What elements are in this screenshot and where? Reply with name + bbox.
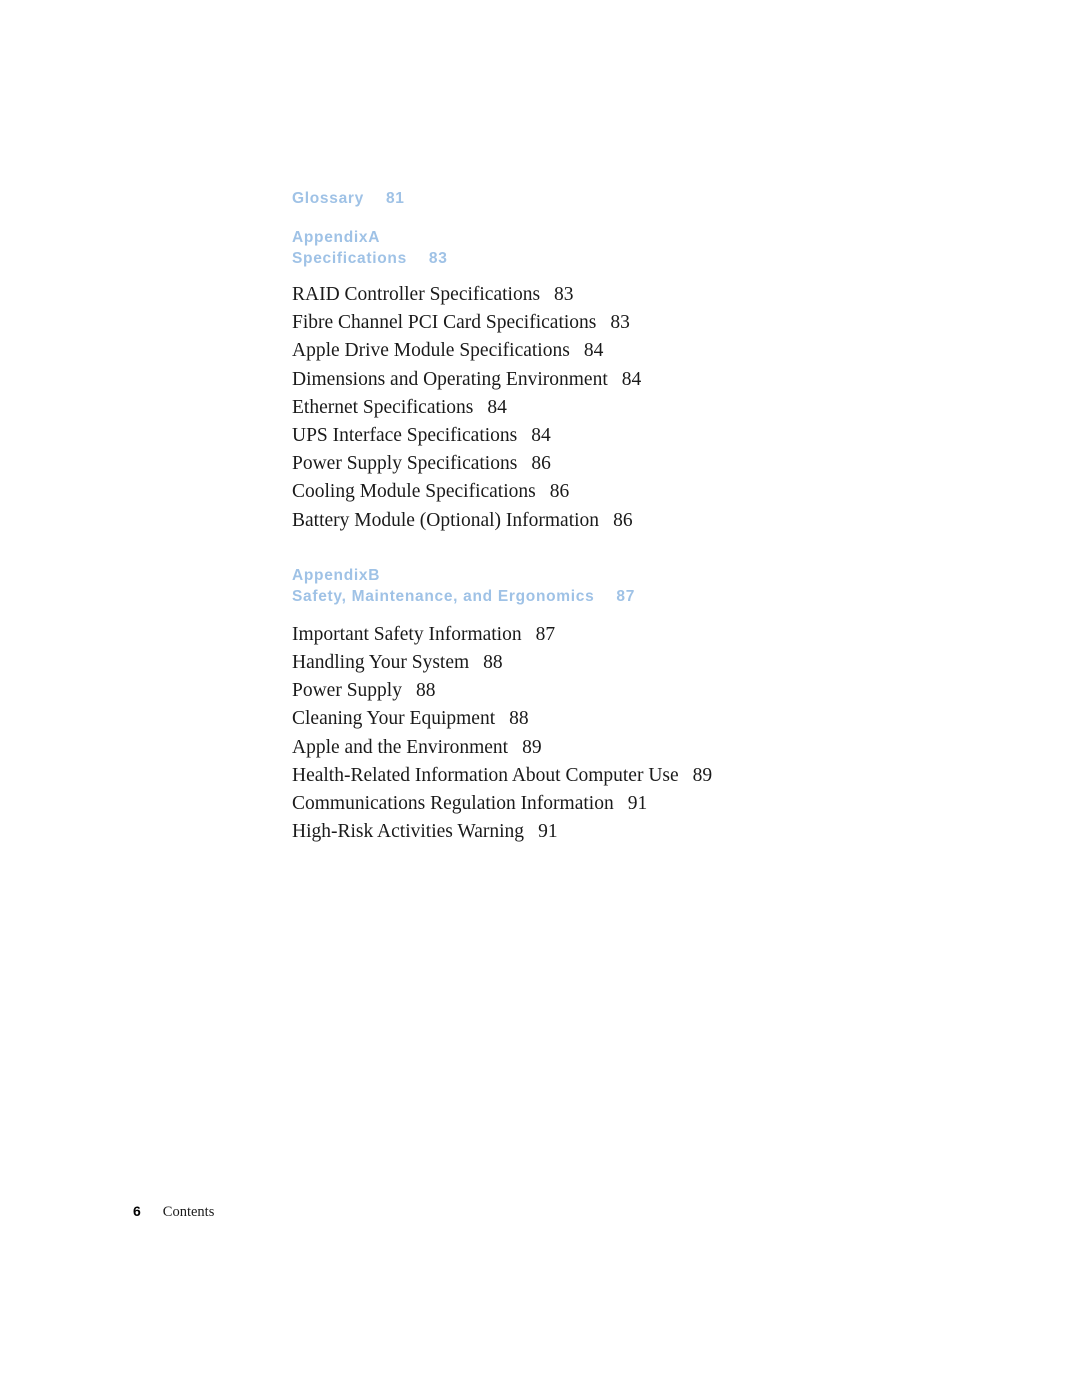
toc-entry-label: RAID Controller Specifications [292, 284, 541, 305]
toc-entry-label: Dimensions and Operating Environment [292, 368, 608, 390]
page-number: 6 [133, 1203, 141, 1219]
footer-section-label: Contents [162, 1204, 215, 1220]
toc-entry[interactable]: RAID Controller Specifications 83 [292, 281, 932, 309]
toc-entry-page: 84 [531, 425, 551, 447]
toc-entry[interactable]: Health-Related Information About Compute… [292, 762, 932, 790]
toc-entry-page: 88 [483, 652, 503, 674]
toc-entry-label: Power Supply Specifications [292, 453, 518, 475]
toc-entry[interactable]: Battery Module (Optional) Information 86 [292, 507, 932, 535]
toc-entry-page: 88 [509, 708, 529, 730]
toc-entry[interactable]: Communications Regulation Information 91 [292, 790, 932, 818]
toc-entry[interactable]: Cooling Module Specifications 86 [292, 478, 932, 506]
toc-entry-page: 86 [531, 453, 551, 475]
table-of-contents: Glossary 81 AppendixA Specifications 83 RA… [292, 188, 932, 846]
toc-entry-label: Ethernet Specifications [292, 396, 474, 418]
document-page: Glossary 81 AppendixA Specifications 83 RA… [0, 0, 1080, 1397]
toc-entry-label: Power Supply [292, 680, 402, 702]
toc-section-appendix-a: AppendixA Specifications 83 [292, 227, 932, 269]
toc-entry-label: Battery Module (Optional) Information [292, 509, 600, 531]
toc-heading-glossary[interactable]: Glossary 81 [292, 188, 932, 209]
toc-heading-glossary-label: Glossary [292, 190, 364, 207]
toc-entry-label: Health-Related Information About Compute… [292, 764, 679, 786]
toc-entry-list-appendix-a: RAID Controller Specifications 83 Fibre C… [292, 281, 932, 535]
appendix-a-title-label: Specifications [292, 250, 407, 267]
toc-entry-page: 84 [621, 368, 642, 390]
toc-entry[interactable]: Cleaning Your Equipment 88 [292, 705, 932, 733]
toc-entry-label: Apple Drive Module Specifications [292, 340, 570, 362]
toc-entry-page: 86 [613, 509, 633, 531]
toc-entry-label: Fibre Channel PCI Card Specifications [292, 312, 597, 334]
toc-entry-page: 84 [583, 340, 604, 362]
toc-entry-page: 83 [554, 284, 574, 305]
toc-heading-glossary-page: 81 [385, 190, 405, 207]
toc-entry[interactable]: Fibre Channel PCI Card Specifications 83 [292, 309, 932, 337]
appendix-b-title-label: Safety, Maintenance, and Ergonomics [292, 587, 595, 605]
toc-entry-page: 88 [415, 680, 436, 702]
toc-entry-page: 83 [610, 312, 630, 334]
page-footer: 6 Contents [133, 1203, 214, 1221]
toc-entry-page: 89 [522, 736, 542, 758]
toc-section-glossary: Glossary 81 [292, 188, 932, 209]
toc-entry-page: 91 [538, 821, 558, 843]
toc-section-appendix-b: AppendixB Safety, Maintenance, and Ergon… [292, 565, 932, 607]
toc-entry[interactable]: Dimensions and Operating Environment 84 [292, 366, 932, 394]
appendix-b-word: Appendix [292, 566, 369, 584]
appendix-a-word: Appendix [292, 229, 369, 246]
toc-entry-page: 84 [487, 396, 507, 418]
toc-entry-label: Cooling Module Specifications [292, 481, 536, 503]
appendix-a-letter: A [368, 229, 381, 246]
toc-entry-page: 86 [549, 481, 570, 503]
toc-entry[interactable]: Apple and the Environment 89 [292, 734, 932, 762]
toc-entry-label: Handling Your System [292, 652, 470, 674]
toc-entry-label: High-Risk Activities Warning [292, 821, 525, 843]
toc-entry-page: 89 [692, 764, 713, 786]
toc-entry[interactable]: Apple Drive Module Specifications 84 [292, 337, 932, 365]
toc-heading-appendix-b-title[interactable]: Safety, Maintenance, and Ergonomics 87 [292, 586, 932, 607]
toc-heading-appendix-a-line1: AppendixA [292, 227, 932, 248]
toc-entry-label: Cleaning Your Equipment [292, 708, 496, 730]
toc-entry[interactable]: Handling Your System 88 [292, 649, 932, 677]
appendix-b-letter: B [368, 566, 381, 584]
toc-entry[interactable]: Ethernet Specifications 84 [292, 394, 932, 422]
toc-entry-list-appendix-b: Important Safety Information 87 Handling … [292, 621, 932, 847]
toc-entry-page: 91 [627, 793, 648, 815]
toc-heading-appendix-b-line1: AppendixB [292, 565, 932, 586]
toc-entry[interactable]: High-Risk Activities Warning 91 [292, 818, 932, 846]
toc-entry-label: Communications Regulation Information [292, 793, 614, 815]
toc-entry-label: Apple and the Environment [292, 736, 509, 758]
toc-entry[interactable]: Power Supply Specifications 86 [292, 450, 932, 478]
toc-entry[interactable]: Power Supply 88 [292, 677, 932, 705]
toc-entry-label: Important Safety Information [292, 623, 522, 645]
appendix-b-title-page: 87 [616, 587, 636, 605]
toc-entry-label: UPS Interface Specifications [292, 425, 518, 447]
appendix-a-title-page: 83 [428, 250, 448, 267]
toc-entry[interactable]: Important Safety Information 87 [292, 621, 932, 649]
toc-entry-page: 87 [535, 623, 556, 645]
toc-entry[interactable]: UPS Interface Specifications 84 [292, 422, 932, 450]
toc-heading-appendix-a-title[interactable]: Specifications 83 [292, 248, 932, 269]
